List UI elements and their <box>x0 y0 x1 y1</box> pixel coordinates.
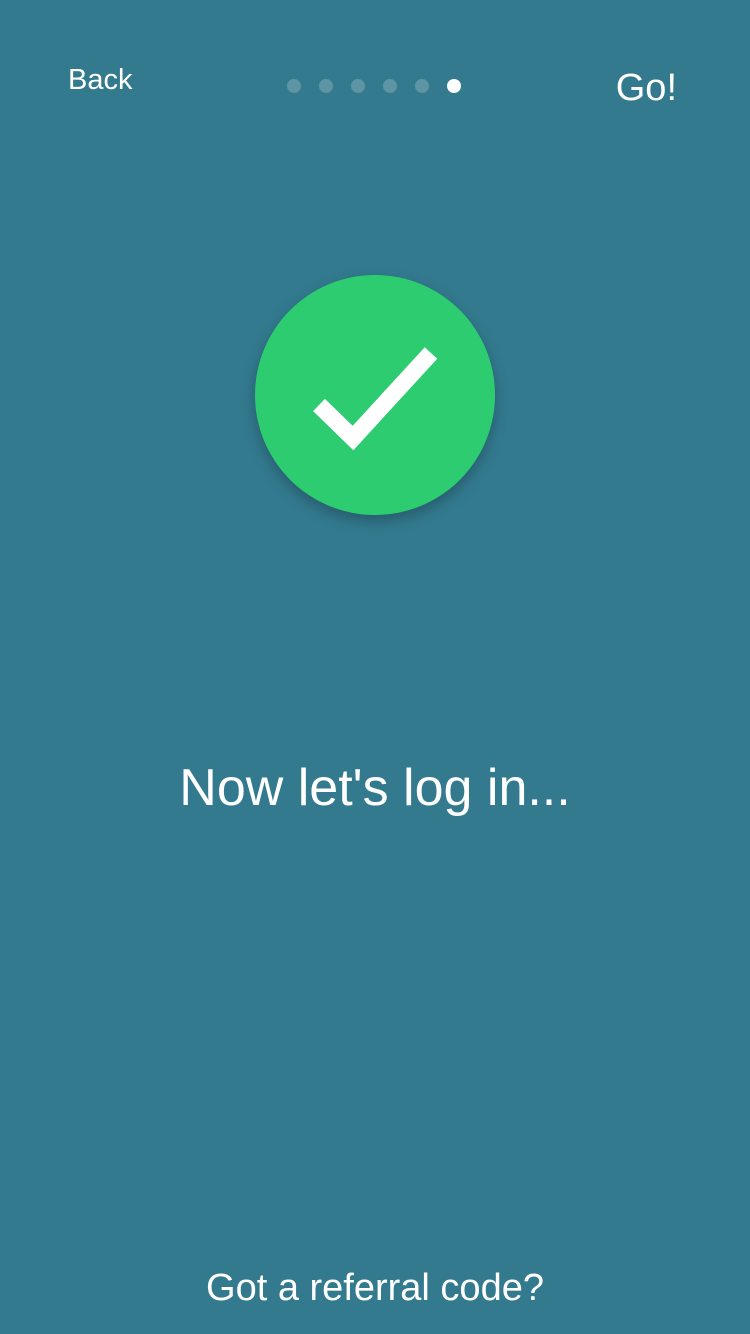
page-dot <box>287 79 301 93</box>
page-indicator <box>287 78 461 94</box>
checkmark-icon <box>313 347 438 451</box>
go-button[interactable]: Go! <box>616 66 677 110</box>
back-button[interactable]: Back <box>68 62 132 98</box>
page-dot <box>415 79 429 93</box>
onboarding-screen: Back Go! Now let's log in... Got a refer… <box>0 0 750 1334</box>
page-dot <box>319 79 333 93</box>
success-badge <box>255 275 495 515</box>
page-title: Now let's log in... <box>179 759 571 817</box>
page-dot-active <box>447 79 461 93</box>
page-dot <box>351 79 365 93</box>
referral-code-link[interactable]: Got a referral code? <box>0 1265 750 1311</box>
page-dot <box>383 79 397 93</box>
